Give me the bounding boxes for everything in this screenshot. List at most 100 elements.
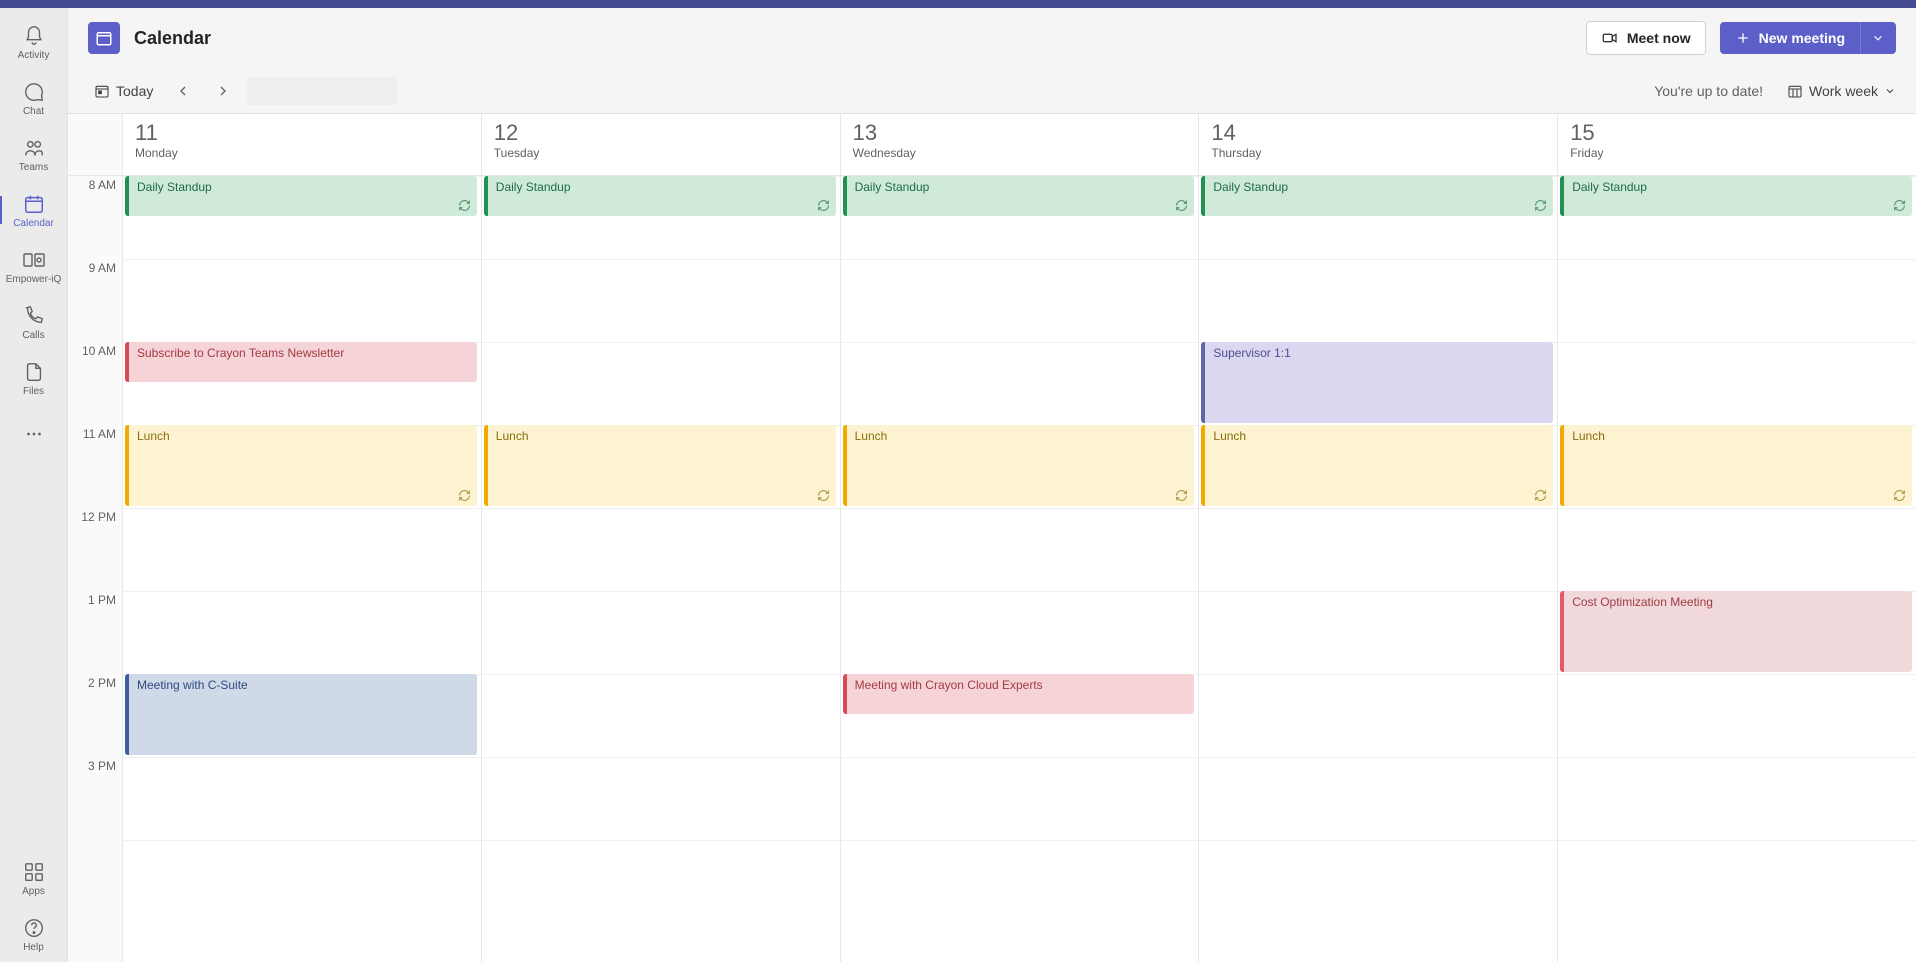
calendar-grid: 8 AM9 AM10 AM11 AM12 PM1 PM2 PM3 PM 11Mo… (68, 114, 1916, 962)
event-title: Lunch (855, 429, 888, 443)
event-title: Meeting with C-Suite (137, 678, 248, 692)
page-header: Calendar Meet now New meeting (68, 8, 1916, 68)
day-header[interactable]: 14Thursday (1199, 114, 1557, 176)
time-label: 1 PM (68, 591, 122, 674)
rail-files[interactable]: Files (0, 350, 68, 406)
day-body[interactable]: Daily Standup Lunch (482, 176, 840, 962)
meet-now-button[interactable]: Meet now (1586, 21, 1706, 55)
next-week-button[interactable] (207, 75, 239, 107)
rail-more[interactable] (0, 406, 68, 462)
event-title: Supervisor 1:1 (1213, 346, 1290, 360)
view-picker[interactable]: Work week (1787, 83, 1896, 99)
rail-calendar[interactable]: Calendar (0, 182, 68, 238)
day-header[interactable]: 12Tuesday (482, 114, 840, 176)
day-column: 11MondayDaily StandupSubscribe to Crayon… (122, 114, 481, 962)
calendar-event[interactable]: Daily Standup (843, 176, 1195, 216)
recurring-icon (1175, 489, 1188, 502)
day-header[interactable]: 13Wednesday (841, 114, 1199, 176)
day-number: 11 (135, 120, 469, 146)
main-area: Calendar Meet now New meeting (68, 8, 1916, 962)
time-label: 10 AM (68, 342, 122, 425)
time-label: 3 PM (68, 757, 122, 840)
rail-label: Teams (19, 162, 48, 173)
rail-empower-iq[interactable]: Empower-iQ (0, 238, 68, 294)
day-body[interactable]: Daily Standup Subscribe to Crayon Teams N… (123, 176, 481, 962)
meet-now-label: Meet now (1627, 30, 1691, 46)
rail-activity[interactable]: Activity (0, 14, 68, 70)
new-meeting-button[interactable]: New meeting (1720, 22, 1860, 54)
calendar-event[interactable]: Daily Standup (1201, 176, 1553, 216)
chevron-down-icon (1871, 31, 1885, 45)
rail-teams[interactable]: Teams (0, 126, 68, 182)
calendar-event[interactable]: Daily Standup (1560, 176, 1912, 216)
rail-help[interactable]: Help (0, 906, 68, 962)
day-column: 12Tuesday Daily Standup Lunch (481, 114, 840, 962)
day-header[interactable]: 11Monday (123, 114, 481, 176)
event-title: Subscribe to Crayon Teams Newsletter (137, 346, 344, 360)
help-icon (23, 916, 45, 940)
time-label: 8 AM (68, 176, 122, 259)
more-icon (23, 422, 45, 446)
calendar-event[interactable]: Supervisor 1:1 (1201, 342, 1553, 423)
rail-label: Empower-iQ (6, 274, 62, 285)
recurring-icon (1893, 199, 1906, 212)
calendar-icon (23, 192, 45, 216)
rail-apps[interactable]: Apps (0, 850, 68, 906)
recurring-icon (458, 199, 471, 212)
calendar-event[interactable]: Lunch (125, 425, 477, 506)
new-meeting-dropdown[interactable] (1860, 22, 1896, 54)
calendar-event[interactable]: Lunch (1560, 425, 1912, 506)
day-number: 13 (853, 120, 1187, 146)
day-column: 13Wednesday Daily Standup Lunch Meeting wit… (840, 114, 1199, 962)
day-name: Tuesday (494, 146, 828, 160)
calendar-event[interactable]: Lunch (484, 425, 836, 506)
time-label: 12 PM (68, 508, 122, 591)
new-meeting-label: New meeting (1759, 30, 1845, 46)
calendar-event[interactable]: Meeting with C-Suite (125, 674, 477, 755)
calendar-event[interactable]: Lunch (1201, 425, 1553, 506)
calendar-toolbar: Today You're up to date! Work week (68, 68, 1916, 114)
calendar-app-icon (88, 22, 120, 54)
today-label: Today (116, 83, 153, 99)
date-range-picker[interactable] (247, 77, 397, 105)
prev-week-button[interactable] (167, 75, 199, 107)
calendar-event[interactable]: Cost Optimization Meeting (1560, 591, 1912, 672)
recurring-icon (458, 489, 471, 502)
calendar-event[interactable]: Meeting with Crayon Cloud Experts (843, 674, 1195, 714)
window-titlebar (0, 0, 1916, 8)
plus-icon (1735, 30, 1751, 46)
apps-icon (23, 860, 45, 884)
rail-chat[interactable]: Chat (0, 70, 68, 126)
app-rail: Activity Chat Teams Calendar Empower-iQ (0, 8, 68, 962)
day-body[interactable]: Daily Standup Lunch Meeting with Crayon Cl… (841, 176, 1199, 962)
day-column: 15Friday Daily Standup Lunch Cost Optimizat… (1557, 114, 1916, 962)
rail-calls[interactable]: Calls (0, 294, 68, 350)
day-number: 14 (1211, 120, 1545, 146)
day-name: Monday (135, 146, 469, 160)
event-title: Lunch (496, 429, 529, 443)
calendar-event[interactable]: Subscribe to Crayon Teams Newsletter (125, 342, 477, 382)
sync-status: You're up to date! (1654, 83, 1763, 99)
calendar-event[interactable]: Daily Standup (125, 176, 477, 216)
calendar-event[interactable]: Lunch (843, 425, 1195, 506)
chat-icon (23, 80, 45, 104)
page-title: Calendar (134, 28, 211, 49)
calendar-event[interactable]: Daily Standup (484, 176, 836, 216)
day-header[interactable]: 15Friday (1558, 114, 1916, 176)
day-body[interactable]: Daily Standup Lunch Cost Optimization Meet… (1558, 176, 1916, 962)
day-body[interactable]: Daily Standup Supervisor 1:1 Lunch (1199, 176, 1557, 962)
rail-label: Activity (18, 50, 50, 61)
teams-icon (23, 136, 45, 160)
event-title: Daily Standup (855, 180, 930, 194)
event-title: Daily Standup (496, 180, 571, 194)
bell-icon (23, 24, 45, 48)
recurring-icon (1534, 489, 1547, 502)
video-icon (1601, 29, 1619, 47)
time-label: 2 PM (68, 674, 122, 757)
event-title: Daily Standup (1572, 180, 1647, 194)
event-title: Cost Optimization Meeting (1572, 595, 1713, 609)
event-title: Lunch (137, 429, 170, 443)
phone-icon (23, 304, 45, 328)
today-button[interactable]: Today (88, 79, 159, 103)
view-label: Work week (1809, 83, 1878, 99)
